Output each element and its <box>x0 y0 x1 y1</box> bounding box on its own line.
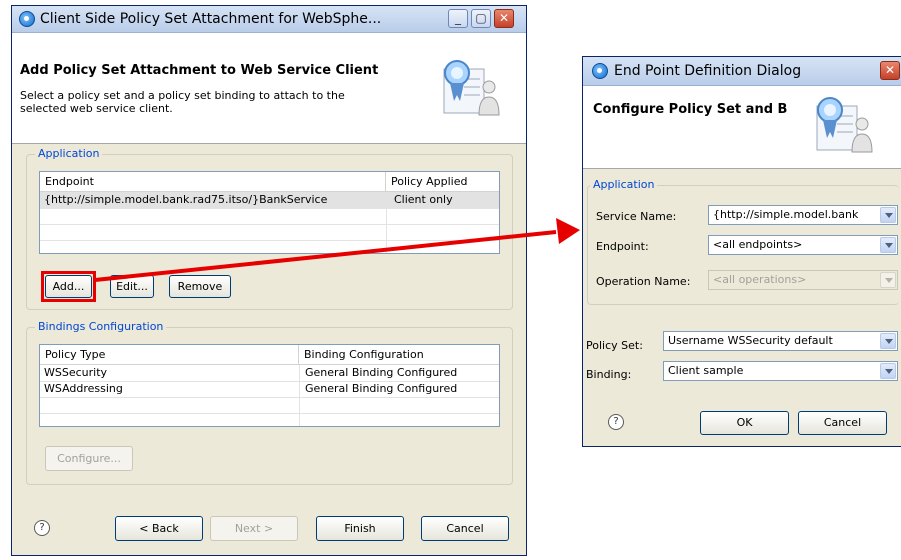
chevron-down-icon <box>880 272 896 288</box>
close-icon[interactable]: ✕ <box>880 61 900 80</box>
operation-name-value: <all operations> <box>713 273 807 286</box>
end-point-definition-dialog: End Point Definition Dialog ✕ Configure … <box>582 56 901 447</box>
chevron-down-icon[interactable] <box>880 363 896 379</box>
ribbon-user-icon <box>816 97 873 153</box>
endpoint-label: Endpoint: <box>596 240 649 253</box>
endpoint-value: <all endpoints> <box>713 238 803 251</box>
service-name-label: Service Name: <box>596 210 677 223</box>
ok-button[interactable]: OK <box>700 411 789 435</box>
service-name-select[interactable]: {http://simple.model.bank <box>708 205 898 225</box>
policy-set-select[interactable]: Username WSSecurity default <box>663 331 898 351</box>
chevron-down-icon[interactable] <box>880 207 896 223</box>
dialog-title: End Point Definition Dialog <box>614 63 802 79</box>
cancel-button[interactable]: Cancel <box>798 411 887 435</box>
policy-set-label: Policy Set: <box>586 339 643 352</box>
policy-set-value: Username WSSecurity default <box>668 334 833 347</box>
dialog-heading: Configure Policy Set and B <box>593 102 788 117</box>
title-bar[interactable]: End Point Definition Dialog ✕ <box>583 57 901 86</box>
operation-name-label: Operation Name: <box>596 275 691 288</box>
operation-name-select[interactable]: <all operations> <box>708 270 898 290</box>
app-icon <box>592 63 608 79</box>
chevron-down-icon[interactable] <box>880 237 896 253</box>
endpoint-select[interactable]: <all endpoints> <box>708 235 898 255</box>
binding-label: Binding: <box>586 368 632 381</box>
chevron-down-icon[interactable] <box>880 333 896 349</box>
dialog-banner: Configure Policy Set and B <box>583 86 901 169</box>
binding-value: Client sample <box>668 364 744 377</box>
binding-select[interactable]: Client sample <box>663 361 898 381</box>
application-legend: Application <box>590 178 658 191</box>
service-name-value: {http://simple.model.bank <box>713 208 859 221</box>
help-icon[interactable]: ? <box>608 414 624 430</box>
